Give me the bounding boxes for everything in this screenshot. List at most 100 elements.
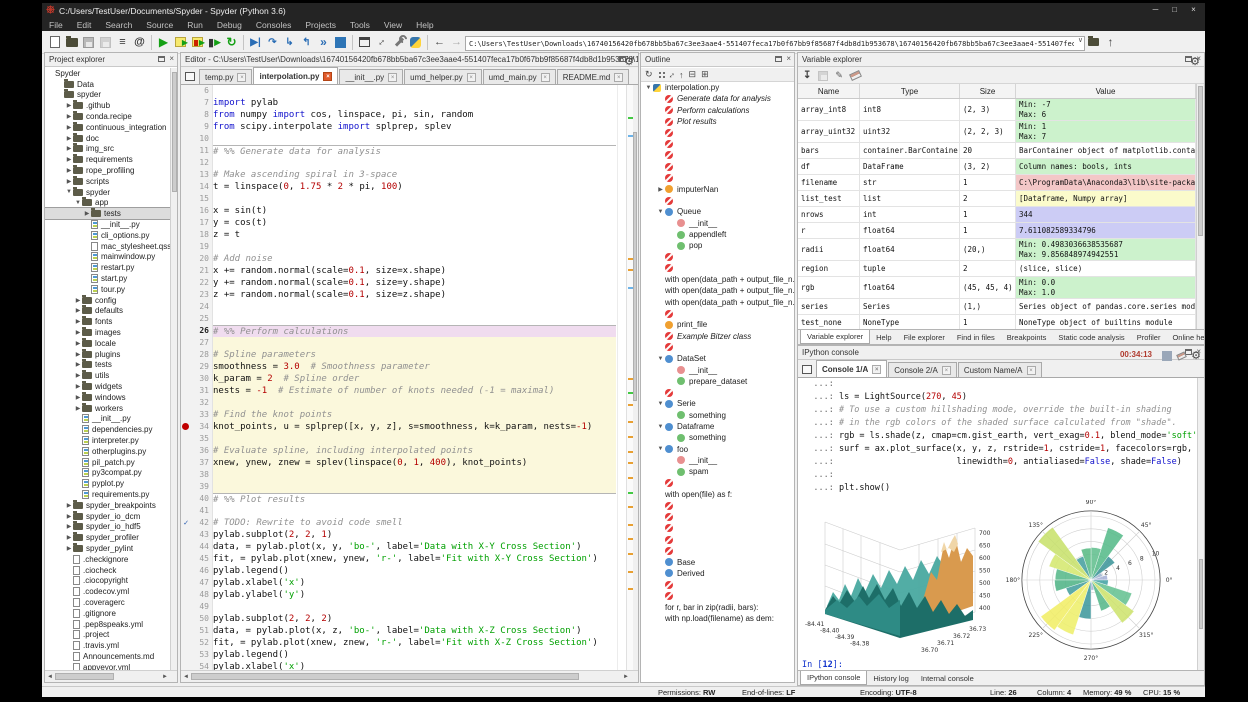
outline-item[interactable]: ▼interpolation.py <box>641 82 794 93</box>
open-file-button[interactable] <box>63 34 80 51</box>
editor-tab[interactable]: interpolation.py× <box>253 67 338 84</box>
browse-directory-button[interactable] <box>1085 34 1102 51</box>
code-line[interactable]: 16x = sin(t) <box>181 205 626 217</box>
menu-debug[interactable]: Debug <box>210 20 249 30</box>
tree-item[interactable]: ▶windows <box>45 392 170 403</box>
outline-item[interactable]: Plot results <box>641 116 794 127</box>
tree-item[interactable]: .pep8speaks.yml <box>45 619 170 630</box>
go-to-cursor-icon[interactable]: ↑ <box>679 70 684 80</box>
maximize-pane-button[interactable] <box>356 34 373 51</box>
code-line[interactable]: 12 <box>181 157 626 169</box>
plugin-tab[interactable]: File explorer <box>898 331 951 344</box>
code-line[interactable]: 11# %% Generate data for analysis <box>181 145 626 157</box>
outline-item[interactable]: Generate data for analysis <box>641 93 794 104</box>
outline-item[interactable] <box>641 251 794 262</box>
tab-close-icon[interactable]: × <box>237 73 246 82</box>
code-line[interactable]: 15 <box>181 193 626 205</box>
editor-tab[interactable]: umd_main.py× <box>483 69 556 84</box>
code-line[interactable]: 26# %% Perform calculations <box>181 325 626 337</box>
tree-item[interactable]: ▶locale <box>45 338 170 349</box>
tree-item[interactable]: pyplot.py <box>45 478 170 489</box>
code-line[interactable]: 38 <box>181 469 626 481</box>
outline-item[interactable]: with open(file) as f: <box>641 489 794 500</box>
debug-button[interactable]: ▶| <box>247 34 264 51</box>
menu-projects[interactable]: Projects <box>298 20 343 30</box>
outline-item[interactable] <box>641 534 794 545</box>
tree-item[interactable]: ▶continuous_integration <box>45 122 170 133</box>
tree-item[interactable]: ▶spyder_profiler <box>45 532 170 543</box>
tree-item[interactable]: .codecov.yml <box>45 586 170 597</box>
close-icon[interactable]: × <box>169 55 174 63</box>
tree-item[interactable]: py3compat.py <box>45 467 170 478</box>
code-line[interactable]: 32 <box>181 397 626 409</box>
code-line[interactable]: 31nests = -1 # Estimate of number of kno… <box>181 385 626 397</box>
tab-close-icon[interactable]: × <box>942 366 951 375</box>
code-line[interactable]: 51data, = pylab.plot(x, z, 'bo-', label=… <box>181 625 626 637</box>
expand-arrow-icon[interactable]: ▶ <box>74 340 82 347</box>
clear-console-icon[interactable] <box>1176 351 1187 360</box>
expand-arrow-icon[interactable]: ▶ <box>65 523 73 530</box>
collapse-arrow-icon[interactable]: ▼ <box>656 209 665 215</box>
expand-arrow-icon[interactable]: ▶ <box>74 405 82 412</box>
code-line[interactable]: 35 <box>181 433 626 445</box>
code-line[interactable]: 19 <box>181 241 626 253</box>
code-line[interactable]: 39 <box>181 481 626 493</box>
outline-item[interactable]: for r, bar in zip(radii, bars): <box>641 602 794 613</box>
outline-item[interactable] <box>641 523 794 534</box>
tree-item[interactable]: ▶rope_profiling <box>45 165 170 176</box>
outline-item[interactable] <box>641 138 794 149</box>
working-directory-input[interactable] <box>465 36 1085 51</box>
table-row[interactable]: radiifloat64(20,)Min: 0.4983036638535687… <box>798 239 1196 261</box>
table-row[interactable]: rfloat6417.611082589334796 <box>798 223 1196 239</box>
outline-item[interactable]: __init__ <box>641 364 794 375</box>
tree-item[interactable]: ▶spyder_breakpoints <box>45 500 170 511</box>
save-all-button[interactable] <box>97 34 114 51</box>
tree-item[interactable]: .project <box>45 629 170 640</box>
expand-arrow-icon[interactable]: ▶ <box>74 372 82 379</box>
editor-tab[interactable]: README.md× <box>557 69 630 84</box>
expand-arrow-icon[interactable]: ▶ <box>74 383 82 390</box>
interrupt-kernel-icon[interactable] <box>1162 351 1172 361</box>
code-line[interactable]: 54pylab.xlabel('x') <box>181 661 626 670</box>
outline-item[interactable]: ▼DataSet <box>641 353 794 364</box>
expand-arrow-icon[interactable]: ▶ <box>65 502 73 509</box>
code-line[interactable]: 21x += random.normal(scale=0.1, size=x.s… <box>181 265 626 277</box>
tree-item[interactable]: __init__.py <box>45 414 170 425</box>
menu-search[interactable]: Search <box>98 20 139 30</box>
tree-item[interactable]: .checkignore <box>45 554 170 565</box>
expand-arrow-icon[interactable]: ▶ <box>65 178 73 185</box>
tree-item[interactable]: pil_patch.py <box>45 457 170 468</box>
tree-item[interactable]: Announcements.md <box>45 651 170 662</box>
code-line[interactable]: 6 <box>181 85 626 97</box>
tree-item[interactable]: ▶fonts <box>45 316 170 327</box>
outline-item[interactable] <box>641 172 794 183</box>
table-row[interactable]: filenamestr1C:\ProgramData\Anaconda3\lib… <box>798 175 1196 191</box>
outline-item[interactable]: ▼Serie <box>641 398 794 409</box>
column-header-name[interactable]: Name <box>798 84 860 98</box>
column-header-type[interactable]: Type <box>860 84 960 98</box>
tree-item[interactable]: ▶conda.recipe <box>45 111 170 122</box>
expand-arrow-icon[interactable]: ▶ <box>65 102 73 109</box>
tree-item[interactable]: ▶doc <box>45 133 170 144</box>
tree-item[interactable]: appveyor.yml <box>45 662 170 670</box>
expand-arrow-icon[interactable]: ▶ <box>83 210 91 217</box>
table-row[interactable]: array_uint32uint32(2, 2, 3)Min: 1 Max: 7 <box>798 121 1196 143</box>
code-line[interactable]: 20# Add noise <box>181 253 626 265</box>
tree-item[interactable]: ▶requirements <box>45 154 170 165</box>
code-line[interactable]: 14t = linspace(0, 1.75 * 2 * pi, 100) <box>181 181 626 193</box>
run-button[interactable]: ▶ <box>155 34 172 51</box>
tree-item[interactable]: ▶workers <box>45 403 170 414</box>
tree-item[interactable]: ▶spyder_io_dcm <box>45 511 170 522</box>
tree-item[interactable]: .ciocheck <box>45 565 170 576</box>
console-pane-tab[interactable]: IPython console <box>800 671 867 685</box>
code-line[interactable]: 34knot_points, u = splprep([x, y, z], s=… <box>181 421 626 433</box>
file-switcher-button[interactable]: ≡ <box>114 34 131 51</box>
console-options-gear-icon[interactable]: ⚙ <box>1191 349 1201 362</box>
table-row[interactable]: test_noneNoneType1NoneType object of bui… <box>798 315 1196 329</box>
tree-item[interactable]: interpreter.py <box>45 435 170 446</box>
maximize-button[interactable]: □ <box>1165 3 1184 17</box>
expand-arrow-icon[interactable]: ▶ <box>74 329 82 336</box>
plugin-tab[interactable]: Variable explorer <box>800 330 870 344</box>
tree-item[interactable]: ▶widgets <box>45 381 170 392</box>
code-line[interactable]: 37xnew, ynew, znew = splev(linspace(0, 1… <box>181 457 626 469</box>
